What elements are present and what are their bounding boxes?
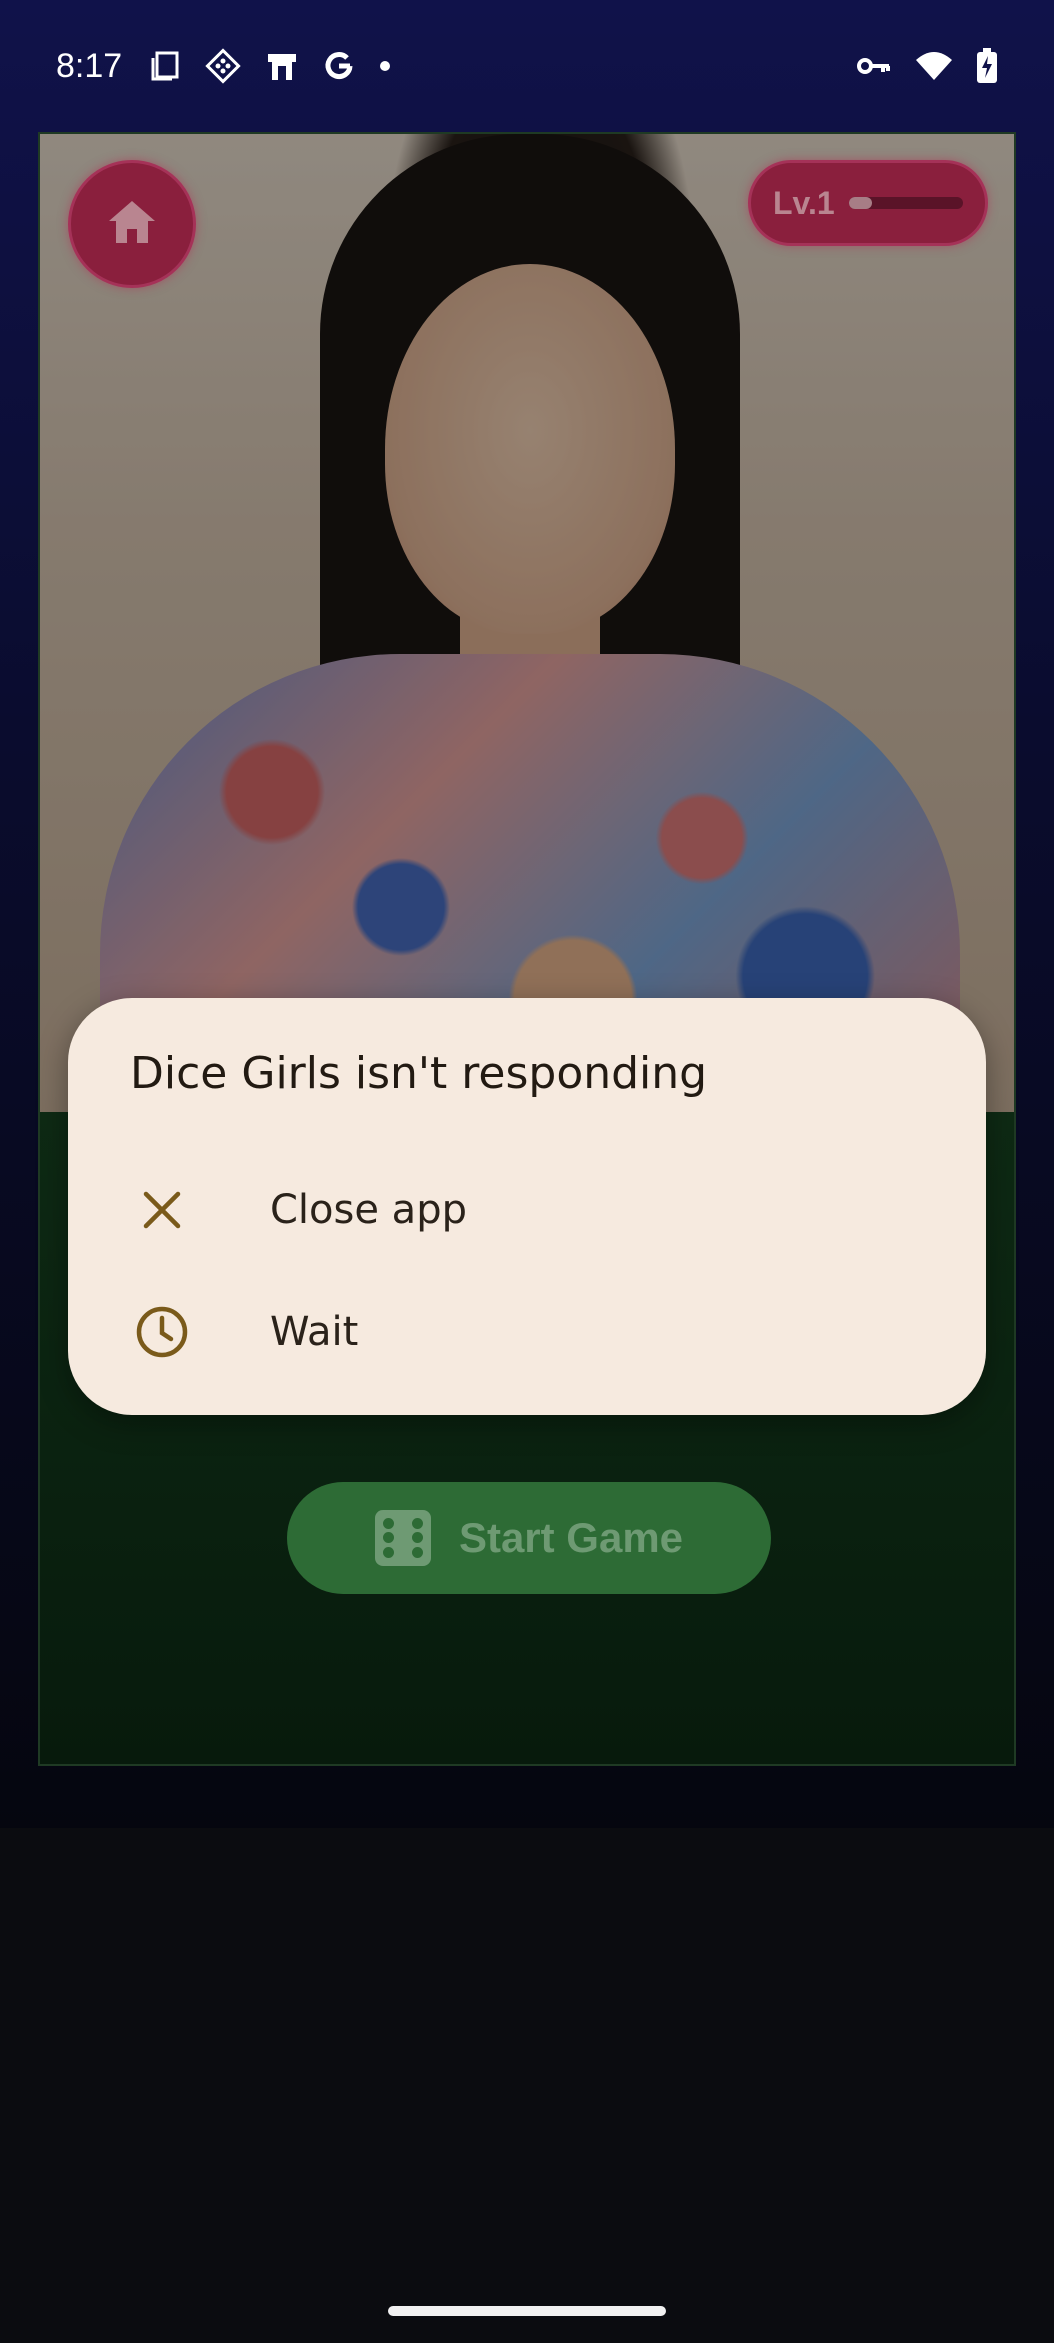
close-icon	[130, 1178, 194, 1242]
level-progress-bar	[848, 197, 963, 209]
game-frame: Lv.1 Start Game	[38, 132, 1016, 1766]
gesture-nav-handle[interactable]	[388, 2306, 666, 2316]
character-image	[40, 134, 1014, 1114]
image-dim-overlay	[40, 134, 1014, 1112]
wait-option[interactable]: Wait	[68, 1274, 986, 1390]
google-icon	[322, 49, 356, 83]
battery-charging-icon	[976, 48, 998, 84]
start-game-button[interactable]: Start Game	[287, 1482, 771, 1594]
level-label: Lv.1	[773, 184, 835, 221]
level-indicator: Lv.1	[748, 160, 988, 246]
start-game-label: Start Game	[458, 1514, 684, 1561]
dialog-title: Dice Girls isn't responding	[130, 1048, 708, 1099]
status-icons-left	[148, 47, 392, 85]
screenshot-icon	[148, 49, 182, 83]
close-app-label: Close app	[270, 1187, 467, 1233]
close-app-option[interactable]: Close app	[68, 1152, 986, 1268]
home-icon	[107, 199, 157, 250]
dice-icon	[374, 1510, 431, 1566]
not-responding-dialog: Dice Girls isn't responding Close app Wa…	[68, 998, 986, 1415]
home-button[interactable]	[68, 160, 196, 288]
wait-label: Wait	[270, 1309, 359, 1355]
app-icon	[204, 47, 242, 85]
vpn-key-icon	[856, 54, 892, 78]
status-icons-right	[856, 48, 998, 84]
bottom-area	[0, 1828, 1054, 2343]
store-icon	[264, 48, 300, 84]
status-bar: 8:17	[0, 0, 1054, 132]
wifi-icon	[914, 50, 954, 82]
dot-icon	[378, 59, 392, 73]
status-time: 8:17	[56, 46, 123, 85]
level-progress-fill	[848, 197, 872, 209]
clock-icon	[130, 1300, 194, 1364]
